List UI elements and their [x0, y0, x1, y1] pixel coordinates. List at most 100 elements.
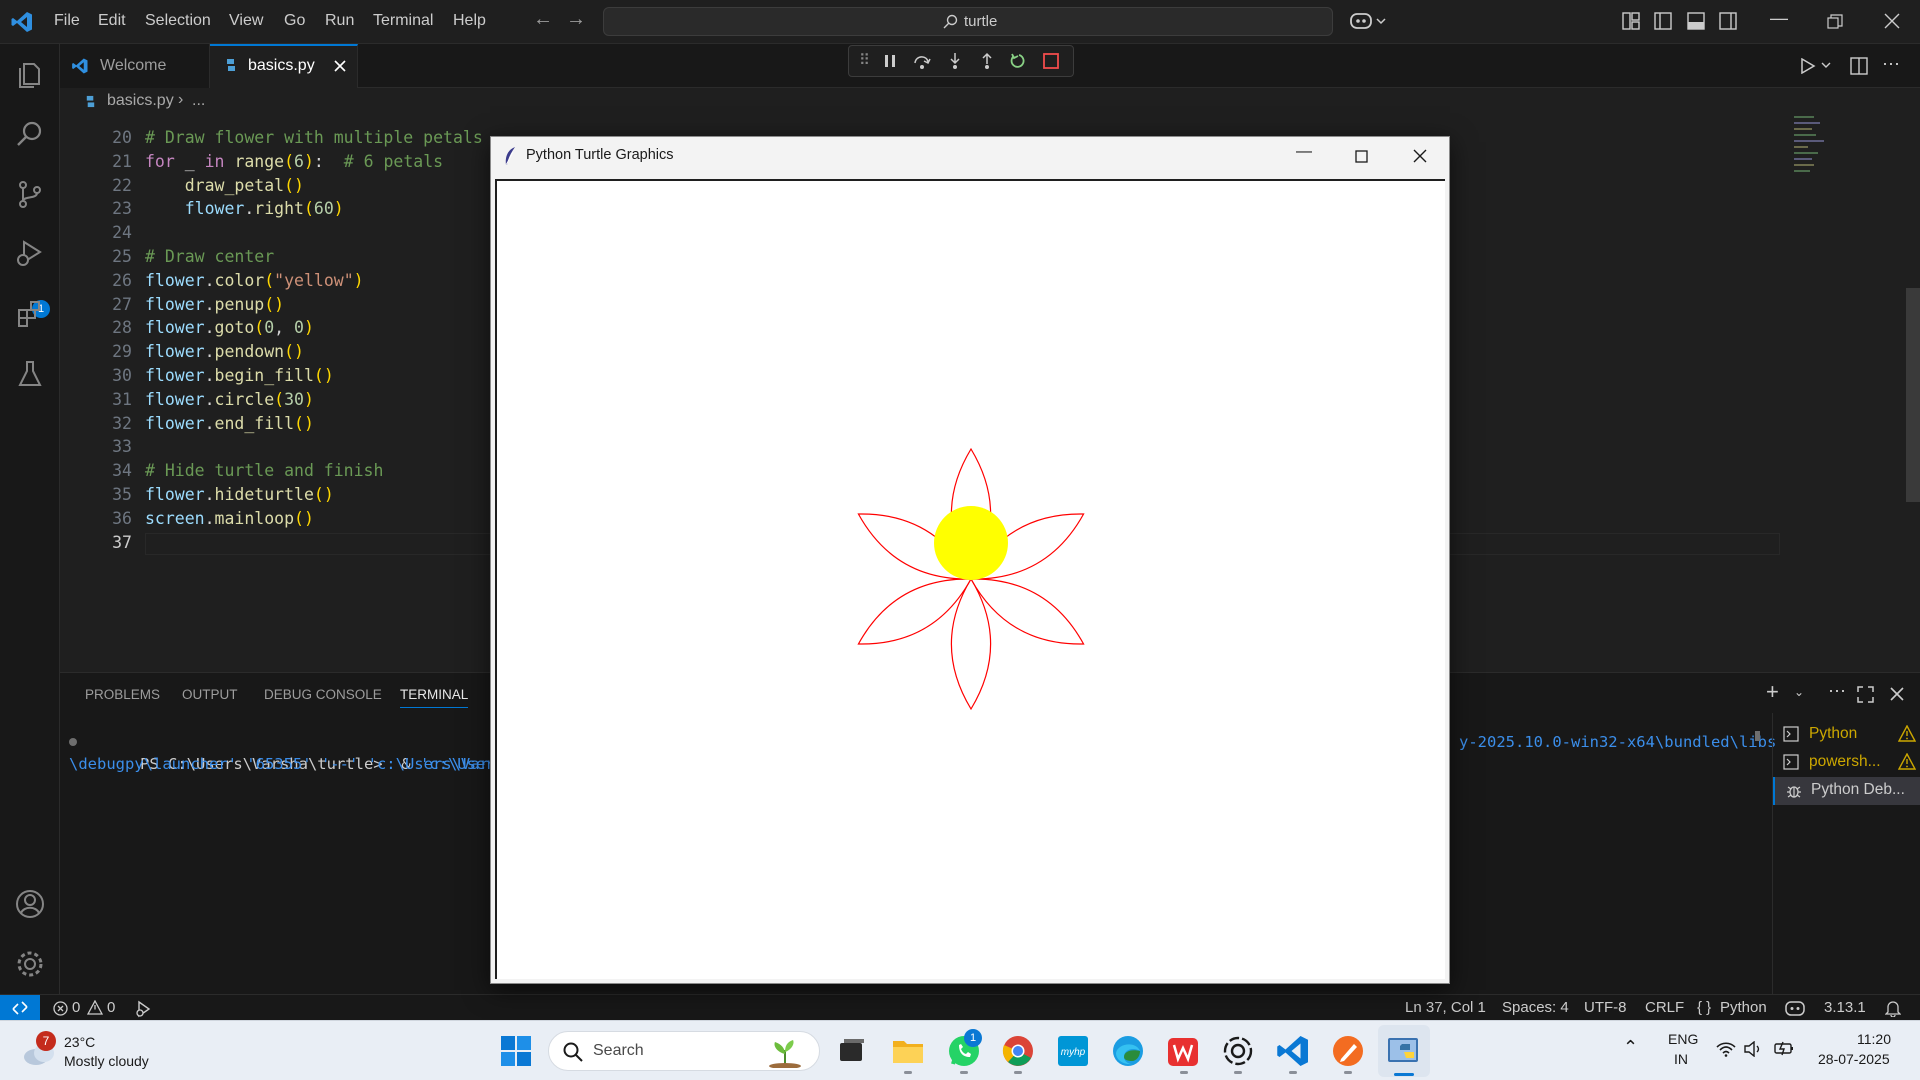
- menu-help[interactable]: Help: [453, 12, 486, 30]
- menu-file[interactable]: File: [54, 12, 80, 30]
- debug-session-icon[interactable]: [135, 1000, 153, 1018]
- new-terminal-icon[interactable]: +: [1766, 679, 1779, 705]
- show-hidden-icons-chevron-up-icon[interactable]: ⌃: [1623, 1037, 1638, 1058]
- close-icon[interactable]: [1884, 13, 1900, 29]
- terminal-item-powershell[interactable]: powersh...: [1773, 749, 1920, 777]
- terminal-output[interactable]: PS C:\Users\Varsha\turtle> & 'c:\Users\V…: [69, 731, 1776, 863]
- turtle-canvas[interactable]: [495, 179, 1445, 979]
- error-count[interactable]: 0: [72, 999, 80, 1016]
- turtle-window-titlebar[interactable]: Python Turtle Graphics —: [491, 137, 1449, 175]
- terminal-item-python[interactable]: Python: [1773, 721, 1920, 749]
- close-tab-icon[interactable]: [334, 60, 346, 72]
- start-windows-icon[interactable]: [500, 1035, 532, 1067]
- tab-output[interactable]: OUTPUT: [182, 687, 238, 702]
- maximize-panel-icon[interactable]: [1857, 686, 1874, 703]
- vscode-logo-icon[interactable]: [10, 10, 34, 34]
- menu-go[interactable]: Go: [284, 12, 305, 30]
- notifications-bell-icon[interactable]: [1885, 1000, 1901, 1017]
- editor-scrollbar[interactable]: [1906, 288, 1920, 502]
- menu-view[interactable]: View: [229, 12, 263, 30]
- myhp-icon[interactable]: myhp: [1055, 1033, 1091, 1069]
- edge-icon[interactable]: [1110, 1033, 1146, 1069]
- language-mode[interactable]: Python: [1720, 999, 1767, 1016]
- sublime-pen-icon[interactable]: [1330, 1033, 1366, 1069]
- menu-terminal[interactable]: Terminal: [373, 12, 433, 30]
- end-of-line[interactable]: CRLF: [1645, 999, 1684, 1016]
- close-panel-icon[interactable]: [1890, 687, 1904, 701]
- breadcrumb-symbols[interactable]: ...: [192, 92, 205, 110]
- restore-icon[interactable]: [1827, 14, 1843, 30]
- pause-icon[interactable]: [883, 54, 897, 68]
- minimize-icon[interactable]: —: [1296, 143, 1312, 161]
- toggle-sidebar-icon[interactable]: [1654, 12, 1672, 30]
- wps-office-icon[interactable]: [1165, 1033, 1201, 1069]
- accounts-icon[interactable]: [14, 888, 46, 920]
- tab-terminal[interactable]: TERMINAL: [400, 687, 469, 708]
- source-control-icon[interactable]: [14, 178, 46, 210]
- volume-icon[interactable]: [1744, 1041, 1762, 1057]
- weather-widget[interactable]: 7 23°C Mostly cloudy: [20, 1031, 190, 1073]
- tab-basics-py[interactable]: basics.py: [210, 44, 358, 88]
- toggle-secondary-sidebar-icon[interactable]: [1719, 12, 1737, 30]
- chrome-icon[interactable]: [1000, 1033, 1036, 1069]
- settings-gear-icon[interactable]: [14, 948, 46, 980]
- step-into-icon[interactable]: [946, 52, 964, 70]
- cursor-position[interactable]: Ln 37, Col 1: [1405, 999, 1486, 1016]
- menu-selection[interactable]: Selection: [145, 12, 211, 30]
- remote-indicator[interactable]: [0, 995, 40, 1021]
- language-bottom[interactable]: IN: [1674, 1051, 1688, 1067]
- indentation[interactable]: Spaces: 4: [1502, 999, 1569, 1016]
- restart-icon[interactable]: [1010, 52, 1028, 70]
- run-python-file-icon[interactable]: [1800, 58, 1832, 74]
- code-token: flower: [145, 342, 205, 362]
- extensions-icon[interactable]: [14, 298, 46, 330]
- file-explorer-icon[interactable]: [890, 1033, 926, 1069]
- testing-icon[interactable]: [14, 358, 46, 390]
- menu-run[interactable]: Run: [325, 12, 354, 30]
- warning-count[interactable]: 0: [107, 999, 115, 1016]
- python-turtle-taskbar-button[interactable]: [1378, 1025, 1430, 1077]
- language-top[interactable]: ENG: [1668, 1031, 1698, 1047]
- more-actions-icon[interactable]: ⋯: [1828, 681, 1846, 702]
- more-actions-icon[interactable]: ⋯: [1882, 54, 1900, 75]
- task-view-icon[interactable]: [834, 1033, 870, 1069]
- encoding[interactable]: UTF-8: [1584, 999, 1627, 1016]
- step-over-icon[interactable]: [913, 52, 931, 70]
- tab-problems[interactable]: PROBLEMS: [85, 687, 160, 702]
- forward-arrow-icon[interactable]: →: [566, 8, 586, 31]
- minimize-icon[interactable]: —: [1770, 8, 1788, 29]
- clock-time[interactable]: 11:20: [1857, 1031, 1891, 1047]
- breadcrumb-file[interactable]: basics.py: [107, 92, 174, 110]
- step-out-icon[interactable]: [978, 52, 996, 70]
- battery-charging-icon[interactable]: [1774, 1039, 1796, 1057]
- python-version[interactable]: 3.13.1: [1824, 999, 1866, 1016]
- copilot-status-icon[interactable]: [1785, 999, 1805, 1017]
- turtle-graphics-window[interactable]: Python Turtle Graphics —: [490, 136, 1450, 984]
- tab-debug-console[interactable]: DEBUG CONSOLE: [264, 687, 382, 702]
- run-debug-icon[interactable]: [14, 238, 46, 270]
- menu-edit[interactable]: Edit: [98, 12, 126, 30]
- tab-welcome[interactable]: Welcome: [60, 44, 210, 88]
- terminal-item-python-debug[interactable]: Python Deb...: [1773, 777, 1920, 805]
- back-arrow-icon[interactable]: ←: [533, 8, 553, 31]
- stop-icon[interactable]: [1042, 52, 1060, 70]
- vscode-taskbar-icon[interactable]: [1275, 1033, 1311, 1069]
- close-icon[interactable]: [1413, 149, 1427, 163]
- customize-layout-icon[interactable]: [1622, 12, 1640, 30]
- clock-date[interactable]: 28-07-2025: [1818, 1051, 1890, 1067]
- taskbar-search[interactable]: Search: [548, 1031, 820, 1071]
- wifi-icon[interactable]: [1716, 1041, 1736, 1057]
- minimap[interactable]: [1790, 116, 1835, 196]
- terminal-scrollbar[interactable]: [1755, 731, 1760, 741]
- split-editor-icon[interactable]: [1850, 57, 1868, 75]
- maximize-icon[interactable]: [1355, 150, 1368, 163]
- search-icon[interactable]: [14, 118, 46, 150]
- chevron-down-icon[interactable]: ⌄: [1794, 685, 1804, 699]
- explorer-icon[interactable]: [14, 58, 46, 90]
- command-center-search[interactable]: turtle: [603, 7, 1333, 36]
- chatgpt-icon[interactable]: [1220, 1033, 1256, 1069]
- copilot-icon[interactable]: [1350, 10, 1388, 32]
- toggle-panel-icon[interactable]: [1687, 12, 1705, 30]
- drag-handle-icon[interactable]: ⠿: [859, 51, 870, 69]
